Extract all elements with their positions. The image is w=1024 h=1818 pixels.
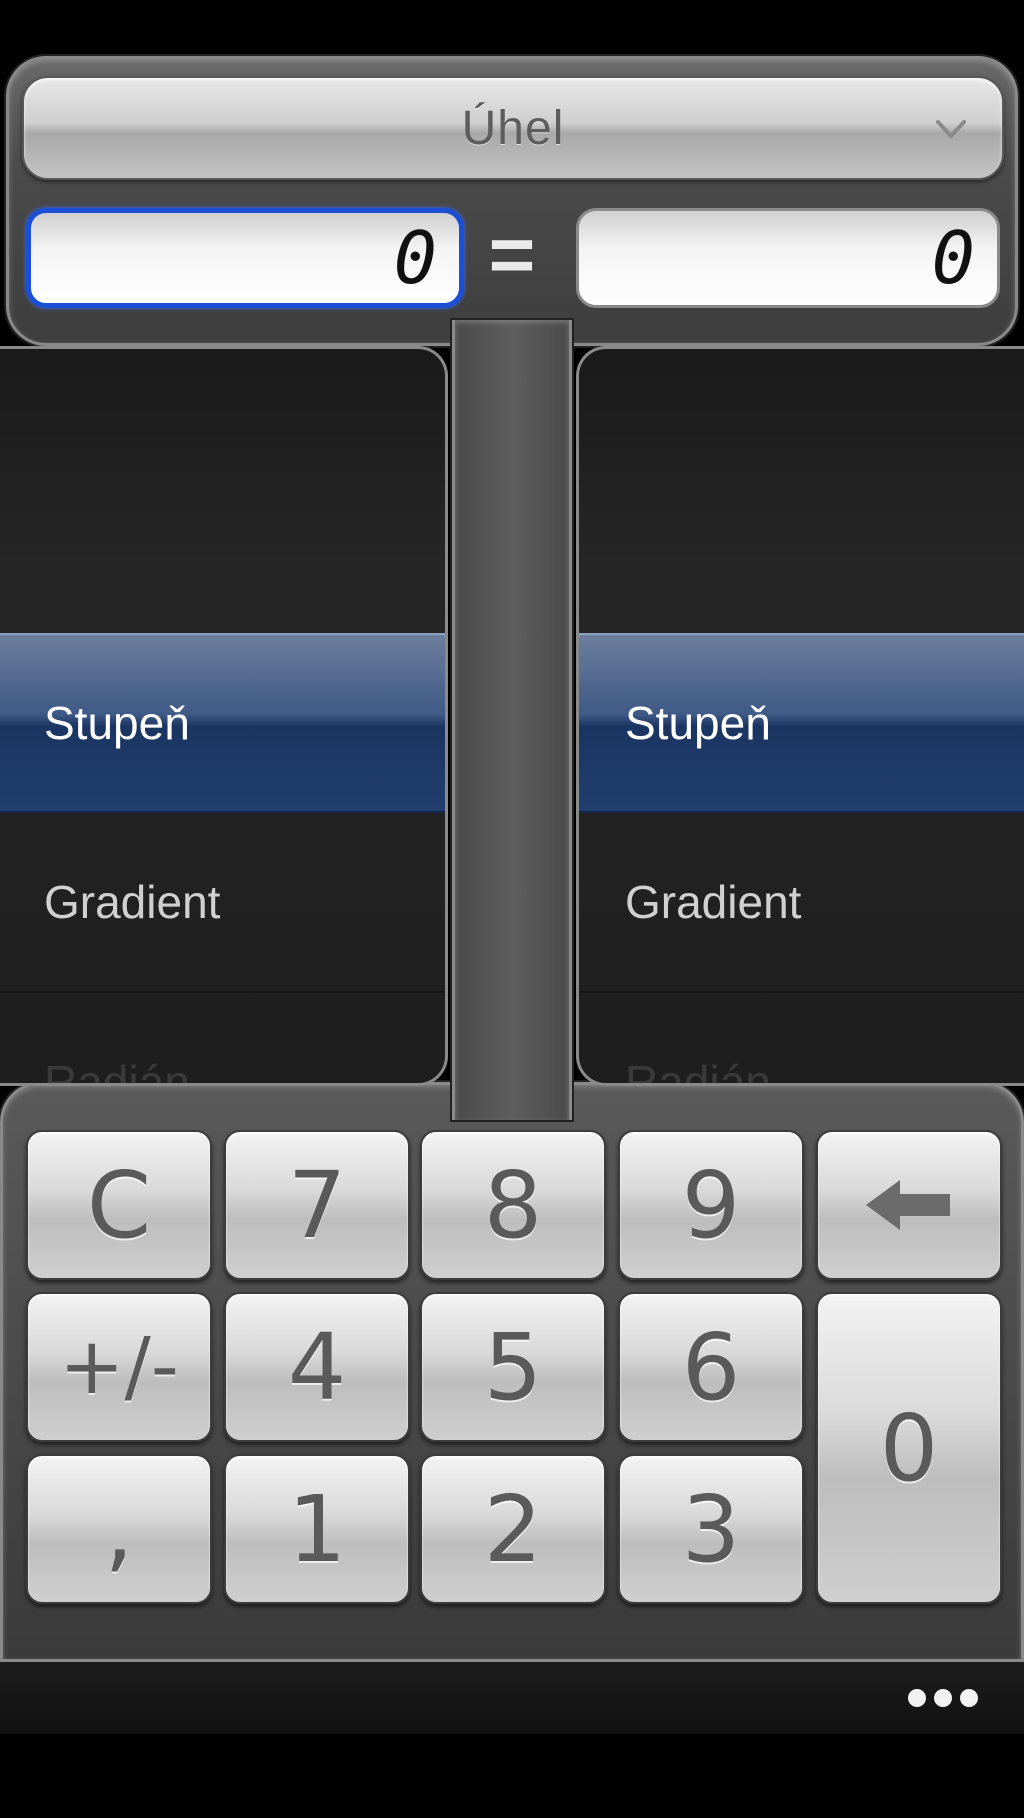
key-decimal[interactable]: , xyxy=(26,1454,212,1604)
to-unit-item-gradient[interactable]: Gradient xyxy=(579,813,1024,993)
key-9[interactable]: 9 xyxy=(618,1130,804,1280)
input-value-field[interactable]: 0 xyxy=(26,208,464,308)
key-0[interactable]: 0 xyxy=(816,1292,1002,1604)
from-unit-picker[interactable]: Stupeň Gradient Radián xyxy=(0,346,448,1086)
chevron-down-icon xyxy=(936,120,966,138)
equals-sign: = xyxy=(488,210,536,299)
output-value-field[interactable]: 0 xyxy=(576,208,1000,308)
to-unit-item-stupen[interactable]: Stupeň xyxy=(579,633,1024,813)
category-label: Úhel xyxy=(461,101,565,155)
to-unit-picker[interactable]: Stupeň Gradient Radián xyxy=(576,346,1024,1086)
to-unit-item-radian[interactable]: Radián xyxy=(579,993,1024,1083)
key-6[interactable]: 6 xyxy=(618,1292,804,1442)
key-1[interactable]: 1 xyxy=(224,1454,410,1604)
from-unit-item-stupen[interactable]: Stupeň xyxy=(0,633,445,813)
converter-app: Úhel 0 = 0 Stupeň Gradient Radián Stupeň… xyxy=(0,0,1024,1818)
from-unit-item-gradient[interactable]: Gradient xyxy=(0,813,445,993)
key-2[interactable]: 2 xyxy=(420,1454,606,1604)
key-backspace[interactable] xyxy=(816,1130,1002,1280)
ellipsis-icon xyxy=(934,1689,952,1707)
key-4[interactable]: 4 xyxy=(224,1292,410,1442)
ellipsis-icon xyxy=(960,1689,978,1707)
key-7[interactable]: 7 xyxy=(224,1130,410,1280)
key-8[interactable]: 8 xyxy=(420,1130,606,1280)
bottom-spacer xyxy=(0,1734,1024,1818)
category-dropdown[interactable]: Úhel xyxy=(22,76,1004,180)
ellipsis-icon xyxy=(908,1689,926,1707)
more-button[interactable] xyxy=(908,1682,978,1714)
from-unit-item-radian[interactable]: Radián xyxy=(0,993,445,1083)
key-sign[interactable]: +/- xyxy=(26,1292,212,1442)
left-arrow-icon xyxy=(866,1180,950,1230)
frame-stem xyxy=(452,320,572,1120)
key-5[interactable]: 5 xyxy=(420,1292,606,1442)
bottom-app-bar xyxy=(0,1662,1024,1734)
keypad: C 7 8 9 +/- 4 5 6 0 , 1 2 3 xyxy=(26,1130,1002,1604)
key-clear[interactable]: C xyxy=(26,1130,212,1280)
key-3[interactable]: 3 xyxy=(618,1454,804,1604)
